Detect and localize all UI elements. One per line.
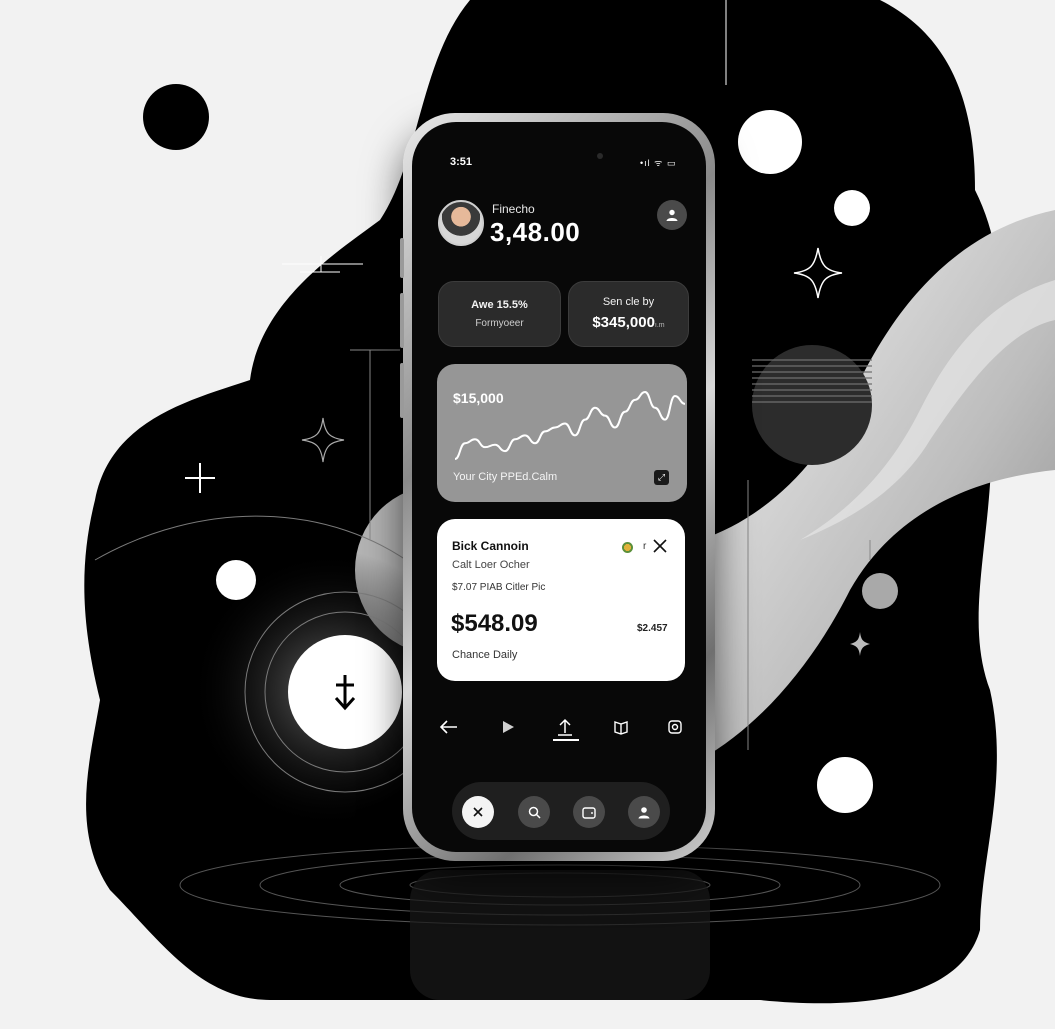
bottom-dock [452, 782, 670, 840]
transaction-detail: $7.07 PIAB Citler Pic [452, 582, 546, 593]
expand-icon[interactable]: ⤢ [654, 470, 669, 485]
side-button [400, 363, 404, 418]
transaction-title: Bick Cannoin [452, 539, 529, 553]
close-icon[interactable] [650, 536, 670, 556]
chart-card[interactable]: $15,000 Your City PPEd.Calm ⤢ [437, 364, 687, 502]
transaction-card[interactable]: Bick Cannoin r Calt Loer Ocher $7.07 PIA… [437, 519, 685, 681]
stat-total-value: $345,000 [592, 314, 655, 331]
wallet-icon[interactable] [573, 796, 605, 828]
white-dot-small [834, 190, 870, 226]
transaction-side-amount: $2.457 [637, 623, 668, 634]
back-arrow-icon[interactable] [434, 712, 464, 742]
profile-icon[interactable] [628, 796, 660, 828]
volume-down-button [400, 293, 404, 348]
phone-screen: 3:51 •ıl ᯤ ▭ Finecho 3,48.00 Awe 15.5% F… [412, 122, 706, 852]
close-icon[interactable] [462, 796, 494, 828]
volume-up-button [400, 238, 404, 278]
phone-frame: 3:51 •ıl ᯤ ▭ Finecho 3,48.00 Awe 15.5% F… [400, 113, 715, 861]
active-tab-indicator [553, 739, 579, 741]
stat-total-unit: ı.m [654, 322, 665, 329]
black-dot [143, 84, 209, 150]
play-icon[interactable] [493, 712, 523, 742]
transaction-amount: $548.09 [451, 610, 538, 637]
camera-icon[interactable] [660, 712, 690, 742]
stat-return-value: Awe 15.5% [471, 299, 528, 311]
search-icon[interactable] [518, 796, 550, 828]
stat-total-label: Sen cle by [602, 296, 655, 308]
chart-footer-text: Your City PPEd.Calm [453, 471, 558, 483]
white-dot-large [738, 110, 802, 174]
transaction-badge-text: r [643, 541, 647, 552]
profile-button[interactable] [657, 200, 687, 230]
white-dot-left [216, 560, 256, 600]
grey-dot-right [862, 573, 898, 609]
status-time: 3:51 [450, 156, 473, 168]
book-icon[interactable] [606, 712, 636, 742]
white-dot-bottom-right [817, 757, 873, 813]
person-icon [666, 209, 678, 221]
hatched-disc [752, 345, 872, 465]
upload-icon[interactable] [550, 712, 580, 742]
transaction-subtitle: Calt Loer Ocher [452, 559, 530, 571]
download-circle-button [288, 635, 402, 749]
transaction-note: Chance Daily [452, 649, 518, 661]
balance-amount: 3,48.00 [490, 217, 581, 247]
status-icons: •ıl ᯤ ▭ [640, 158, 677, 168]
stat-return-label: Formyoeer [475, 318, 524, 329]
stat-card-return[interactable]: Awe 15.5% Formyoeer [438, 281, 561, 347]
action-row [438, 712, 688, 742]
coin-icon [622, 542, 633, 553]
stat-card-total[interactable]: Sen cle by $345,000ı.m [568, 281, 689, 347]
avatar[interactable] [438, 200, 484, 246]
account-name: Finecho [492, 202, 535, 216]
phone-reflection [410, 870, 710, 1000]
front-camera [597, 153, 603, 159]
chart-series-line [454, 390, 686, 460]
